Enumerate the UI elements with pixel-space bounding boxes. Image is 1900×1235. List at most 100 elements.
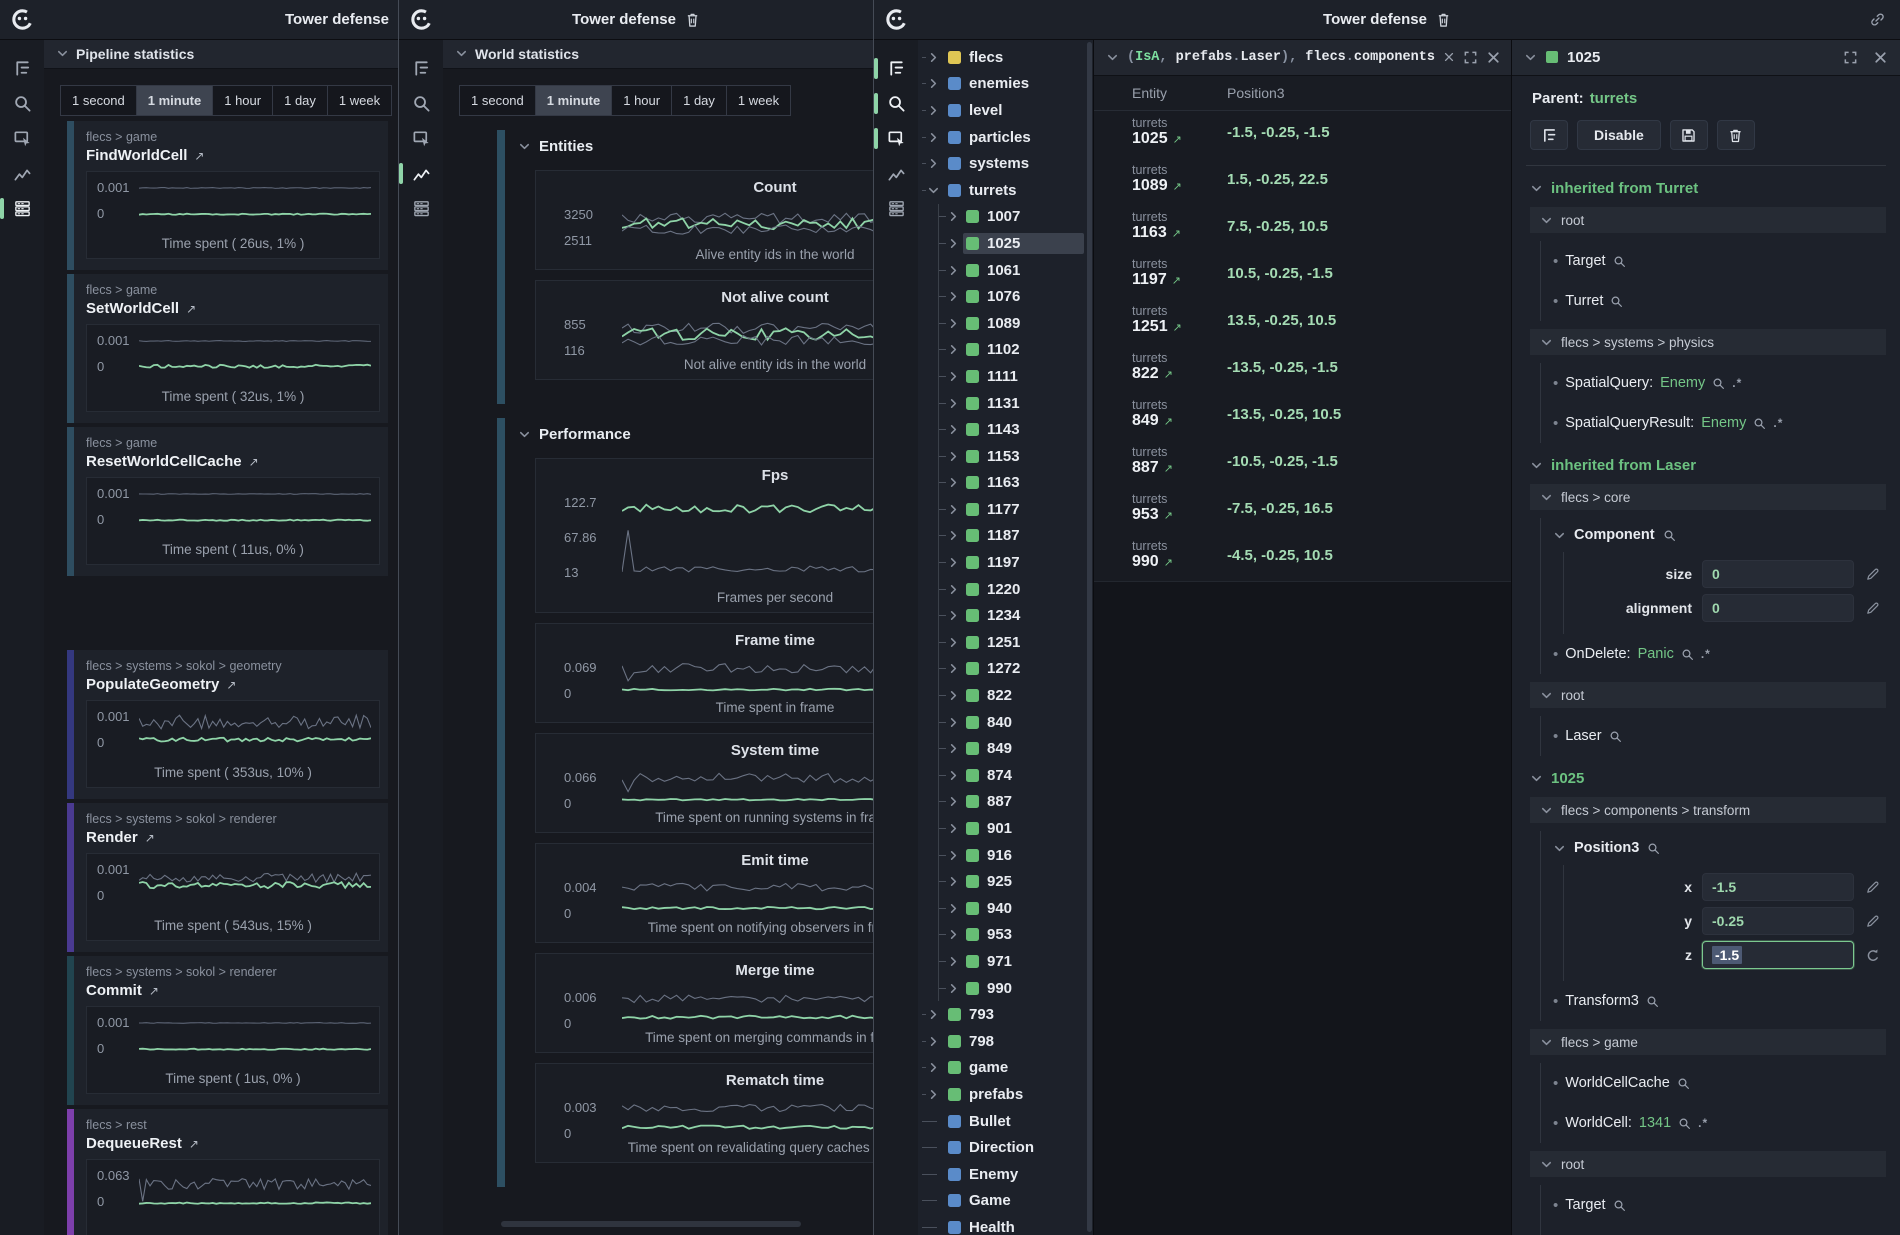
tree-item-990[interactable]: 990: [918, 975, 1093, 1002]
pair-target-link[interactable]: 1341: [1639, 1115, 1671, 1131]
tab-1-hour[interactable]: 1 hour: [213, 86, 273, 115]
system-name[interactable]: Render↗: [86, 828, 380, 848]
pair-ondelete[interactable]: •OnDelete:Panic.*: [1541, 634, 1886, 674]
chevron-right-icon[interactable]: [947, 503, 960, 516]
tree-item-game[interactable]: game: [918, 1055, 1093, 1082]
tree-item-1061[interactable]: 1061: [918, 257, 1093, 284]
external-link-icon[interactable]: ↗: [1164, 556, 1173, 569]
tag-target[interactable]: •Target: [1541, 241, 1886, 281]
search-icon[interactable]: [1663, 529, 1676, 542]
tab-1-second[interactable]: 1 second: [61, 86, 137, 115]
section-header[interactable]: Entities: [505, 130, 863, 162]
external-link-icon[interactable]: ↗: [149, 981, 159, 1001]
external-link-icon[interactable]: ↗: [1164, 462, 1173, 475]
tab-1-day[interactable]: 1 day: [273, 86, 328, 115]
column-position3[interactable]: Position3: [1227, 85, 1285, 101]
tree-item-enemy[interactable]: Enemy: [918, 1161, 1093, 1188]
chevron-right-icon[interactable]: [947, 742, 960, 755]
tree-item-887[interactable]: 887: [918, 789, 1093, 816]
chevron-right-icon[interactable]: [947, 795, 960, 808]
chevron-down-icon[interactable]: [1553, 842, 1566, 855]
sidebar-item-stats[interactable]: [874, 191, 918, 226]
query-expression[interactable]: (IsA, prefabs.Laser), flecs.components: [1127, 50, 1435, 65]
tab-1-day[interactable]: 1 day: [672, 86, 727, 115]
chevron-right-icon[interactable]: [927, 1088, 940, 1101]
query-row-1251[interactable]: turrets1251↗13.5, -0.25, 10.5: [1094, 299, 1511, 346]
search-icon[interactable]: [1613, 255, 1626, 268]
sidebar-item-search[interactable]: [0, 86, 44, 121]
tab-1-week[interactable]: 1 week: [328, 86, 391, 115]
entity-id[interactable]: 1089↗: [1132, 177, 1182, 195]
tab-1-minute[interactable]: 1 minute: [137, 86, 213, 115]
tag-transform3[interactable]: •Transform3: [1541, 981, 1886, 1021]
scope-flecs-components-transform[interactable]: flecs > components > transform: [1530, 797, 1886, 823]
search-icon[interactable]: [1712, 377, 1725, 390]
system-name[interactable]: FindWorldCell↗: [86, 146, 380, 166]
tree-item-1197[interactable]: 1197: [918, 549, 1093, 576]
sidebar-item-query[interactable]: [399, 121, 443, 156]
tree-item-940[interactable]: 940: [918, 895, 1093, 922]
entity-id[interactable]: 1197↗: [1132, 271, 1181, 289]
external-link-icon[interactable]: ↗: [1173, 133, 1182, 146]
share-link-icon[interactable]: [1869, 11, 1886, 28]
disable-button[interactable]: Disable: [1577, 120, 1661, 150]
pair-worldcell[interactable]: •WorldCell:1341.*: [1541, 1103, 1886, 1143]
tree-item-1076[interactable]: 1076: [918, 283, 1093, 310]
trash-icon[interactable]: [685, 11, 700, 28]
save-button[interactable]: [1670, 120, 1708, 150]
pair-spatialquery[interactable]: •SpatialQuery:Enemy.*: [1541, 363, 1886, 403]
pipeline-panel-header[interactable]: Pipeline statistics: [44, 39, 398, 69]
clear-query-icon[interactable]: [1443, 51, 1455, 63]
field-input[interactable]: 0: [1702, 594, 1854, 622]
tree-scrollbar[interactable]: [1087, 42, 1092, 1232]
chevron-right-icon[interactable]: [947, 716, 960, 729]
sidebar-item-query[interactable]: [0, 121, 44, 156]
chevron-right-icon[interactable]: [947, 928, 960, 941]
chevron-right-icon[interactable]: [947, 955, 960, 968]
chevron-right-icon[interactable]: [947, 317, 960, 330]
chevron-right-icon[interactable]: [947, 370, 960, 383]
external-link-icon[interactable]: ↗: [1172, 274, 1181, 287]
scope-root[interactable]: root: [1530, 1151, 1886, 1177]
external-link-icon[interactable]: ↗: [1173, 180, 1182, 193]
search-icon[interactable]: [1647, 842, 1660, 855]
tree-item-849[interactable]: 849: [918, 735, 1093, 762]
pair-target-link[interactable]: Enemy: [1701, 415, 1746, 431]
entity-id[interactable]: 1251↗: [1132, 318, 1182, 336]
search-icon[interactable]: [1677, 1077, 1690, 1090]
tree-item-953[interactable]: 953: [918, 922, 1093, 949]
chevron-right-icon[interactable]: [947, 583, 960, 596]
tree-item-1272[interactable]: 1272: [918, 656, 1093, 683]
external-link-icon[interactable]: ↗: [194, 146, 204, 166]
chevron-down-icon[interactable]: [927, 184, 940, 197]
chevron-down-icon[interactable]: [1524, 51, 1537, 64]
system-name[interactable]: DequeueRest↗: [86, 1134, 380, 1154]
query-row-1197[interactable]: turrets1197↗10.5, -0.25, -1.5: [1094, 252, 1511, 299]
world-panel-header[interactable]: World statistics: [443, 39, 873, 69]
tree-item-1025[interactable]: 1025: [918, 230, 1093, 257]
chevron-right-icon[interactable]: [947, 982, 960, 995]
query-row-1089[interactable]: turrets1089↗1.5, -0.25, 22.5: [1094, 158, 1511, 205]
entity-id[interactable]: 849↗: [1132, 412, 1173, 430]
tag-worldcellcache[interactable]: •WorldCellCache: [1541, 1063, 1886, 1103]
chevron-right-icon[interactable]: [947, 689, 960, 702]
tree-item-game[interactable]: Game: [918, 1188, 1093, 1215]
tag-turret[interactable]: •Turret: [1541, 1225, 1886, 1235]
tree-item-particles[interactable]: particles: [918, 124, 1093, 151]
external-link-icon[interactable]: ↗: [186, 299, 196, 319]
tree-item-1251[interactable]: 1251: [918, 629, 1093, 656]
scope-root[interactable]: root: [1530, 207, 1886, 233]
chevron-right-icon[interactable]: [927, 1035, 940, 1048]
tree-item-systems[interactable]: systems: [918, 150, 1093, 177]
query-row-1163[interactable]: turrets1163↗7.5, -0.25, 10.5: [1094, 205, 1511, 252]
query-row-953[interactable]: turrets953↗-7.5, -0.25, 16.5: [1094, 487, 1511, 534]
system-name[interactable]: ResetWorldCellCache↗: [86, 452, 380, 472]
tree-item-798[interactable]: 798: [918, 1028, 1093, 1055]
sidebar-item-search[interactable]: [399, 86, 443, 121]
chevron-right-icon[interactable]: [927, 131, 940, 144]
sidebar-item-chart[interactable]: [0, 156, 44, 191]
tab-1-second[interactable]: 1 second: [460, 86, 536, 115]
field-input[interactable]: -1.5: [1702, 873, 1854, 901]
pair-spatialqueryresult[interactable]: •SpatialQueryResult:Enemy.*: [1541, 403, 1886, 443]
search-icon[interactable]: [1678, 1117, 1691, 1130]
